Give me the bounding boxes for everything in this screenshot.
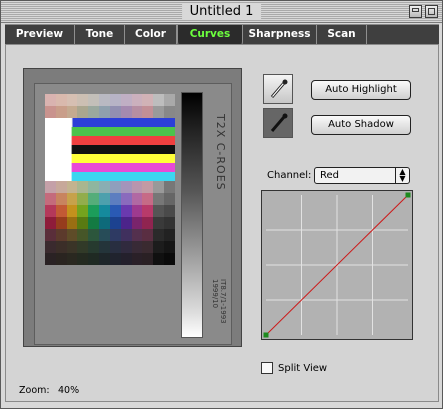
tab-tone[interactable]: Tone (75, 25, 125, 44)
window-title: Untitled 1 (181, 3, 262, 20)
it8-target-slide: T2X C-ROES IT8.7/1-1993 1999/10 (34, 83, 232, 345)
curve-control-point[interactable] (405, 192, 411, 198)
grayscale-ramp (181, 92, 203, 338)
title-bar[interactable]: Untitled 1 (1, 1, 442, 23)
channel-selected-value: Red (320, 170, 339, 181)
channel-select[interactable]: Red ▲ ▼ (314, 167, 410, 184)
auto-highlight-button[interactable]: Auto Highlight (311, 80, 411, 100)
color-patches (45, 94, 175, 265)
split-view-label: Split View (278, 363, 328, 374)
zoom-label: Zoom: (19, 385, 50, 396)
auto-shadow-button[interactable]: Auto Shadow (311, 115, 411, 135)
tab-scan[interactable]: Scan (317, 25, 367, 44)
tab-sharpness[interactable]: Sharpness (243, 25, 317, 44)
curve-graph[interactable] (262, 191, 412, 339)
shadow-eyedropper-button[interactable] (263, 108, 293, 138)
curves-panel: T2X C-ROES IT8.7/1-1993 1999/10 Auto Hig… (5, 44, 439, 402)
zoom-value: 40% (58, 385, 80, 396)
channel-label: Channel: (267, 170, 312, 181)
eyedropper-white-icon (270, 79, 288, 98)
tab-color[interactable]: Color (125, 25, 177, 44)
collapse-box-icon[interactable] (409, 5, 422, 18)
tab-bar: Preview Tone Color Curves Sharpness Scan (5, 24, 439, 51)
target-label: T2X C-ROES (214, 114, 227, 191)
zoom-box-icon[interactable] (425, 5, 438, 18)
curve-control-point[interactable] (263, 332, 269, 338)
split-view-checkbox[interactable] (261, 362, 273, 374)
tab-preview[interactable]: Preview (5, 25, 75, 44)
eyedropper-black-icon (270, 113, 288, 132)
scanner-window: Untitled 1 Preview Tone Color Curves Sha… (0, 0, 443, 409)
updown-arrows-icon: ▲ ▼ (395, 168, 409, 183)
curve-editor[interactable] (261, 190, 413, 340)
highlight-eyedropper-button[interactable] (263, 74, 293, 104)
preview-image[interactable]: T2X C-ROES IT8.7/1-1993 1999/10 (23, 68, 242, 347)
target-small-label: IT8.7/1-1993 1999/10 (211, 279, 227, 324)
